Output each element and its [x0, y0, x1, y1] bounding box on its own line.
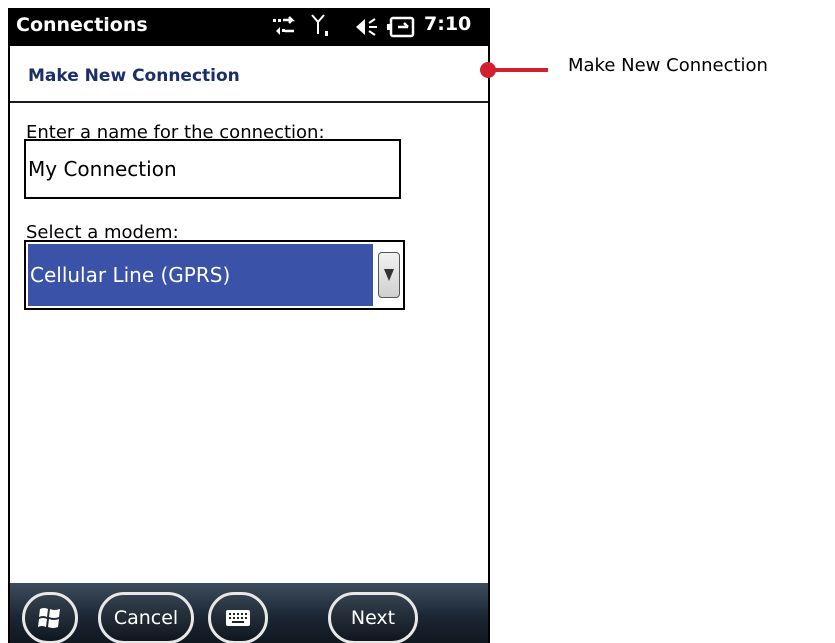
- data-transfer-icon: [273, 16, 296, 35]
- windows-logo-icon: [38, 608, 60, 628]
- speaker-icon: [356, 18, 377, 36]
- app-title: Connections: [16, 14, 148, 36]
- chevron-down-icon: [384, 269, 394, 281]
- modem-select[interactable]: Cellular Line (GPRS): [24, 240, 405, 310]
- title-bar: Connections 7:10: [8, 8, 490, 46]
- keyboard-button[interactable]: [208, 592, 268, 643]
- callout-line: [488, 68, 548, 72]
- connection-name-input[interactable]: [24, 139, 401, 199]
- callout-dot: [480, 62, 496, 78]
- dropdown-button[interactable]: [378, 252, 400, 298]
- battery-icon: [387, 16, 415, 38]
- device-frame-left: [8, 8, 10, 643]
- bottom-toolbar: Cancel Next: [8, 583, 490, 643]
- modem-selected-value[interactable]: Cellular Line (GPRS): [28, 244, 373, 306]
- page-title: Make New Connection: [28, 66, 240, 86]
- signal-strength-icon: [311, 14, 328, 36]
- next-button[interactable]: Next: [328, 592, 418, 643]
- start-button[interactable]: [22, 592, 78, 643]
- device-screen: Connections 7:10 Make New Connection Ent…: [8, 8, 490, 643]
- page-header: Make New Connection: [8, 46, 490, 103]
- clock: 7:10: [424, 13, 472, 35]
- device-frame-right: [488, 8, 490, 643]
- cancel-button[interactable]: Cancel: [98, 592, 194, 643]
- callout-label: Make New Connection: [568, 55, 768, 76]
- keyboard-icon: [226, 610, 250, 626]
